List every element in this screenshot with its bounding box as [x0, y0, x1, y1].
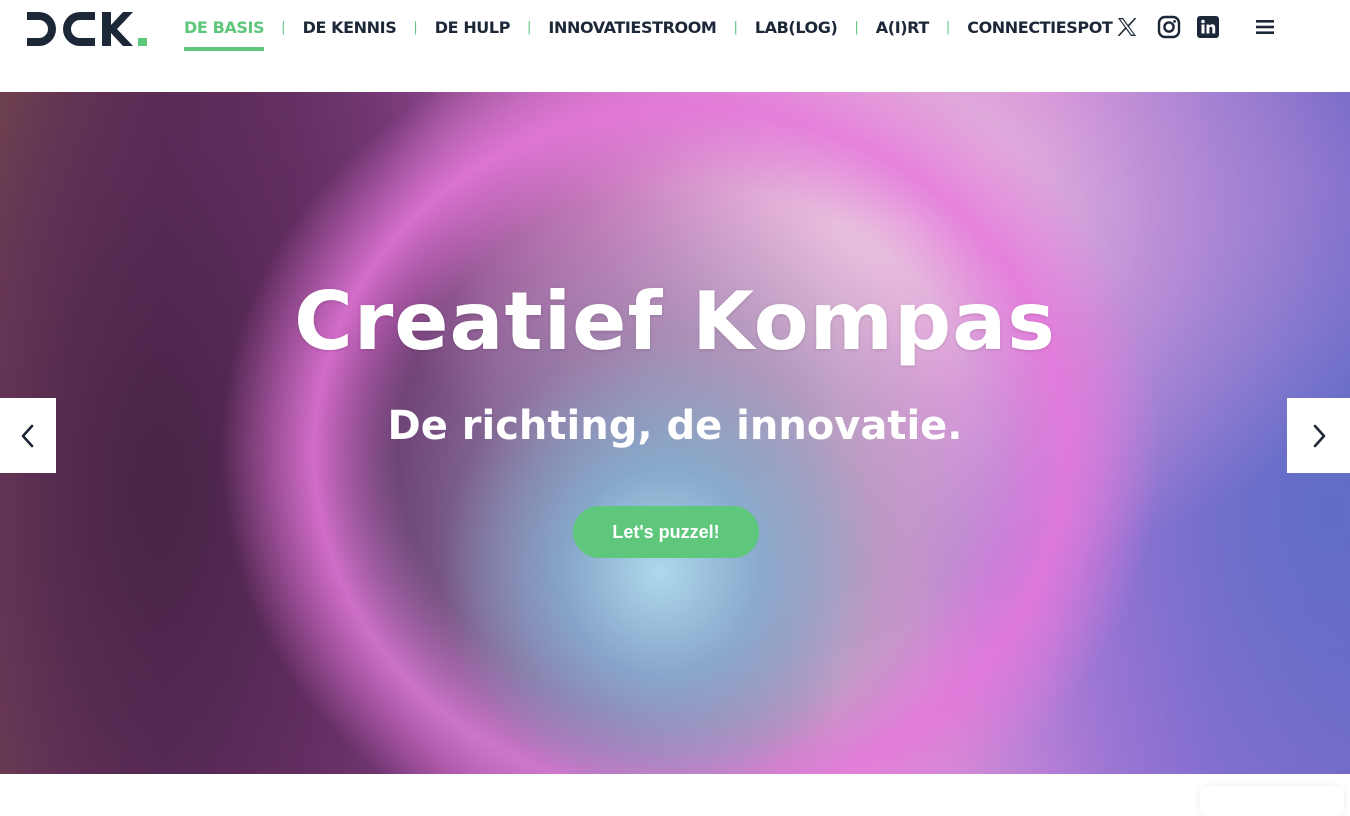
corner-widget[interactable]	[1200, 786, 1344, 816]
nav-separator: |	[527, 20, 532, 35]
nav-separator: |	[945, 20, 951, 35]
chevron-left-icon	[21, 424, 34, 447]
nav-item-airt[interactable]: A(I)RT	[876, 14, 929, 42]
hero-slider: Creatief Kompas De richting, de innovati…	[0, 92, 1350, 774]
linkedin-icon[interactable]	[1196, 15, 1220, 39]
nav-separator: |	[413, 20, 418, 35]
nav-separator: |	[281, 20, 286, 35]
hero-subtitle: De richting, de innovatie.	[387, 403, 963, 449]
nav-item-lablog[interactable]: LAB(LOG)	[755, 14, 838, 42]
nav-separator: |	[733, 20, 738, 35]
hamburger-menu-icon[interactable]	[1254, 17, 1276, 37]
nav-item-connectiespot[interactable]: CONNECTIESPOT	[967, 14, 1113, 42]
site-header: DE BASIS | DE KENNIS | DE HULP | INNOVAT…	[0, 0, 1350, 92]
instagram-icon[interactable]	[1157, 15, 1181, 39]
dck-logo[interactable]	[25, 8, 150, 50]
nav-item-innovatiestroom[interactable]: INNOVATIESTROOM	[548, 14, 716, 42]
main-nav: DE BASIS | DE KENNIS | DE HULP | INNOVAT…	[184, 14, 1113, 51]
nav-item-de-hulp[interactable]: DE HULP	[435, 14, 511, 42]
nav-item-de-basis[interactable]: DE BASIS	[184, 14, 265, 51]
slider-prev-button[interactable]	[0, 398, 56, 473]
lets-puzzel-button[interactable]: Let's puzzel!	[573, 506, 759, 558]
x-icon[interactable]	[1115, 15, 1139, 39]
nav-separator: |	[854, 20, 859, 35]
chevron-right-icon	[1313, 424, 1325, 447]
slider-next-button[interactable]	[1287, 398, 1350, 473]
hero-title: Creatief Kompas	[294, 275, 1056, 368]
nav-item-de-kennis[interactable]: DE KENNIS	[303, 14, 397, 42]
